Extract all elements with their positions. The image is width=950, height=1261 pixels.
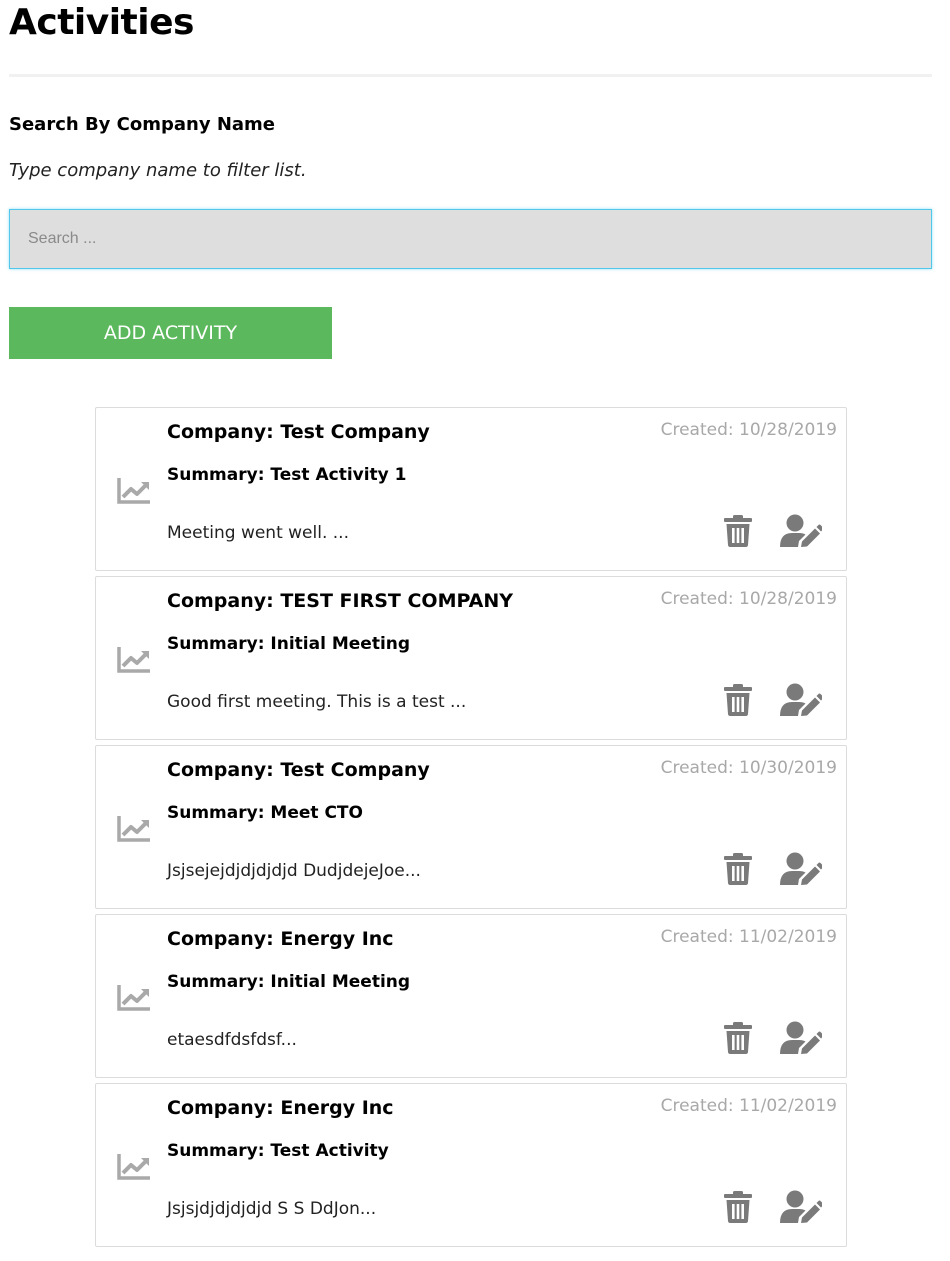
user-edit-icon[interactable] <box>780 1190 822 1224</box>
trash-icon[interactable] <box>722 1021 754 1055</box>
activity-summary: Summary: Test Activity 1 <box>167 465 407 485</box>
chart-line-icon <box>117 476 151 504</box>
activity-created-date: Created: 10/30/2019 <box>660 758 837 778</box>
activity-description: Meeting went well. ... <box>167 523 349 543</box>
trash-icon[interactable] <box>722 683 754 717</box>
trash-icon[interactable] <box>722 1190 754 1224</box>
activity-card: Company: Energy Inc Created: 11/02/2019 … <box>95 1083 847 1247</box>
activity-summary: Summary: Initial Meeting <box>167 634 411 654</box>
activity-company: Company: Energy Inc <box>167 928 394 950</box>
activity-summary: Summary: Initial Meeting <box>167 972 411 992</box>
search-help-text: Type company name to filter list. <box>9 160 307 181</box>
user-edit-icon[interactable] <box>780 852 822 886</box>
activity-card: Company: TEST FIRST COMPANY Created: 10/… <box>95 576 847 740</box>
activity-company: Company: TEST FIRST COMPANY <box>167 590 514 612</box>
activity-description: Jsjsejejdjdjdjdjd DudjdejeJoe... <box>167 861 421 881</box>
activity-list: Company: Test Company Created: 10/28/201… <box>95 407 847 1252</box>
title-divider <box>9 74 932 77</box>
activity-description: Good first meeting. This is a test ... <box>167 692 467 712</box>
chart-line-icon <box>117 645 151 673</box>
activity-company: Company: Energy Inc <box>167 1097 394 1119</box>
activities-page: Activities Search By Company Name Type c… <box>0 0 950 1261</box>
activity-company: Company: Test Company <box>167 759 430 781</box>
search-heading: Search By Company Name <box>9 114 276 135</box>
activity-created-date: Created: 11/02/2019 <box>660 1096 837 1116</box>
activity-card: Company: Test Company Created: 10/28/201… <box>95 407 847 571</box>
page-title: Activities <box>9 2 194 43</box>
trash-icon[interactable] <box>722 852 754 886</box>
activity-summary: Summary: Meet CTO <box>167 803 363 823</box>
activity-created-date: Created: 10/28/2019 <box>660 589 837 609</box>
chart-line-icon <box>117 814 151 842</box>
activity-card: Company: Test Company Created: 10/30/201… <box>95 745 847 909</box>
user-edit-icon[interactable] <box>780 683 822 717</box>
chart-line-icon <box>117 1152 151 1180</box>
chart-line-icon <box>117 983 151 1011</box>
trash-icon[interactable] <box>722 514 754 548</box>
user-edit-icon[interactable] <box>780 514 822 548</box>
user-edit-icon[interactable] <box>780 1021 822 1055</box>
search-input[interactable] <box>9 209 932 269</box>
add-activity-button[interactable]: ADD ACTIVITY <box>9 307 332 359</box>
activity-company: Company: Test Company <box>167 421 430 443</box>
activity-card: Company: Energy Inc Created: 11/02/2019 … <box>95 914 847 1078</box>
activity-description: etaesdfdsfdsf... <box>167 1030 297 1050</box>
activity-description: Jsjsjdjdjdjdjd S S DdJon... <box>167 1199 377 1219</box>
activity-created-date: Created: 10/28/2019 <box>660 420 837 440</box>
activity-created-date: Created: 11/02/2019 <box>660 927 837 947</box>
activity-summary: Summary: Test Activity <box>167 1141 389 1161</box>
